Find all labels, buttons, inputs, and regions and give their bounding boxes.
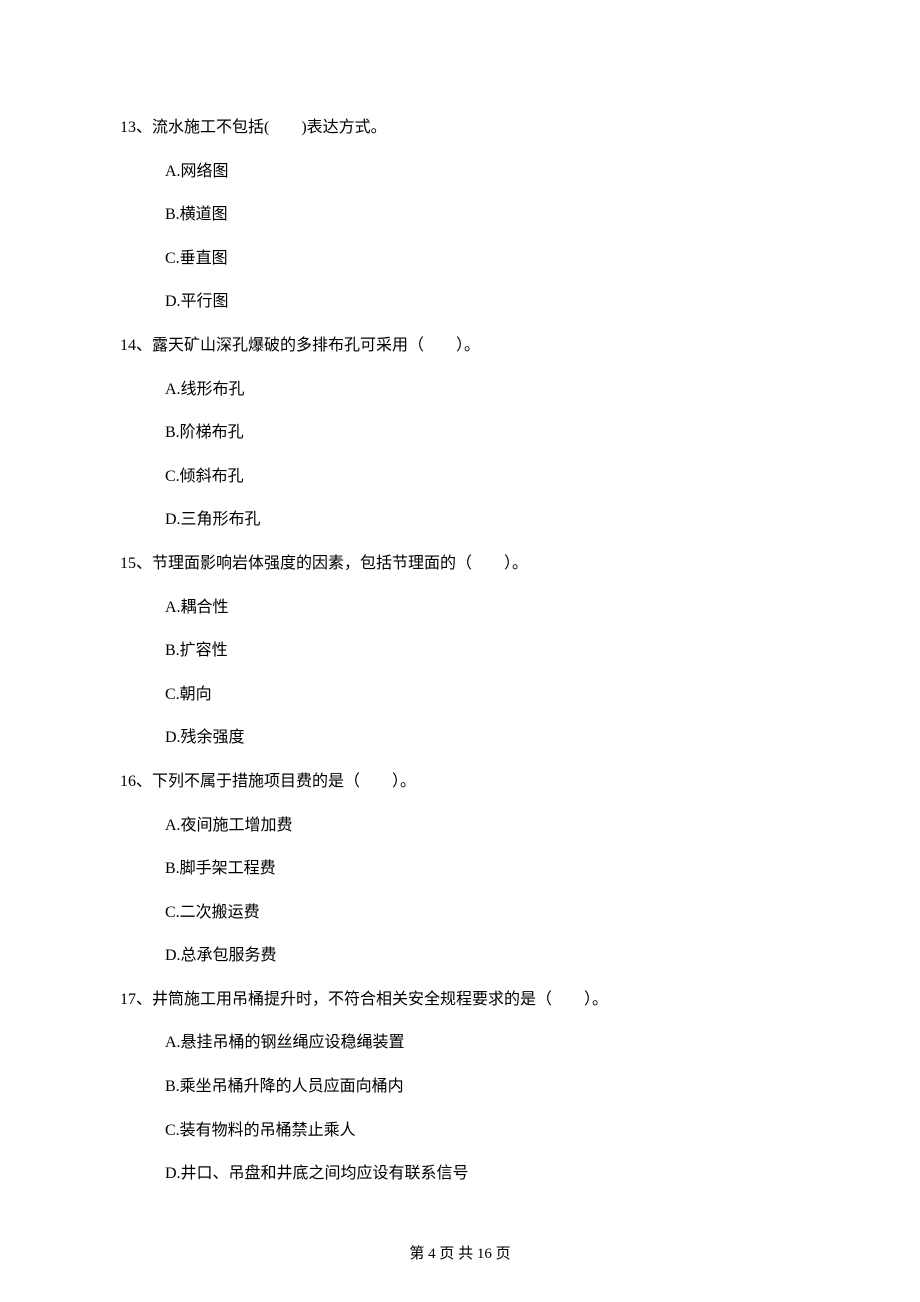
option-d: D.残余强度 [165, 725, 800, 751]
question-body: 下列不属于措施项目费的是（ ）。 [152, 773, 416, 790]
option-b: B.横道图 [165, 202, 800, 228]
question-16: 16、下列不属于措施项目费的是（ ）。 A.夜间施工增加费 B.脚手架工程费 C… [120, 769, 800, 969]
option-d: D.三角形布孔 [165, 507, 800, 533]
question-text: 14、露天矿山深孔爆破的多排布孔可采用（ ）。 [120, 333, 800, 359]
question-number: 16、 [120, 773, 152, 790]
option-b: B.脚手架工程费 [165, 856, 800, 882]
question-17: 17、井筒施工用吊桶提升时，不符合相关安全规程要求的是（ ）。 A.悬挂吊桶的钢… [120, 987, 800, 1187]
option-c: C.装有物料的吊桶禁止乘人 [165, 1118, 800, 1144]
question-number: 14、 [120, 337, 152, 354]
question-options: A.网络图 B.横道图 C.垂直图 D.平行图 [120, 159, 800, 315]
question-body: 流水施工不包括( )表达方式。 [152, 119, 387, 136]
question-number: 15、 [120, 555, 152, 572]
page-footer: 第 4 页 共 16 页 [0, 1242, 920, 1266]
option-b: B.乘坐吊桶升降的人员应面向桶内 [165, 1074, 800, 1100]
question-options: A.线形布孔 B.阶梯布孔 C.倾斜布孔 D.三角形布孔 [120, 377, 800, 533]
question-body: 井筒施工用吊桶提升时，不符合相关安全规程要求的是（ ）。 [152, 991, 608, 1008]
option-d: D.井口、吊盘和井底之间均应设有联系信号 [165, 1161, 800, 1187]
question-options: A.悬挂吊桶的钢丝绳应设稳绳装置 B.乘坐吊桶升降的人员应面向桶内 C.装有物料… [120, 1030, 800, 1186]
question-body: 露天矿山深孔爆破的多排布孔可采用（ ）。 [152, 337, 480, 354]
question-14: 14、露天矿山深孔爆破的多排布孔可采用（ ）。 A.线形布孔 B.阶梯布孔 C.… [120, 333, 800, 533]
question-13: 13、流水施工不包括( )表达方式。 A.网络图 B.横道图 C.垂直图 D.平… [120, 115, 800, 315]
question-text: 15、节理面影响岩体强度的因素，包括节理面的（ ）。 [120, 551, 800, 577]
option-a: A.耦合性 [165, 595, 800, 621]
question-15: 15、节理面影响岩体强度的因素，包括节理面的（ ）。 A.耦合性 B.扩容性 C… [120, 551, 800, 751]
option-c: C.朝向 [165, 682, 800, 708]
option-a: A.网络图 [165, 159, 800, 185]
question-text: 17、井筒施工用吊桶提升时，不符合相关安全规程要求的是（ ）。 [120, 987, 800, 1013]
option-b: B.阶梯布孔 [165, 420, 800, 446]
question-text: 13、流水施工不包括( )表达方式。 [120, 115, 800, 141]
option-a: A.夜间施工增加费 [165, 813, 800, 839]
option-c: C.垂直图 [165, 246, 800, 272]
question-number: 13、 [120, 119, 152, 136]
option-a: A.线形布孔 [165, 377, 800, 403]
option-a: A.悬挂吊桶的钢丝绳应设稳绳装置 [165, 1030, 800, 1056]
option-c: C.倾斜布孔 [165, 464, 800, 490]
option-d: D.总承包服务费 [165, 943, 800, 969]
question-number: 17、 [120, 991, 152, 1008]
option-c: C.二次搬运费 [165, 900, 800, 926]
option-b: B.扩容性 [165, 638, 800, 664]
option-d: D.平行图 [165, 289, 800, 315]
question-body: 节理面影响岩体强度的因素，包括节理面的（ ）。 [152, 555, 528, 572]
question-options: A.耦合性 B.扩容性 C.朝向 D.残余强度 [120, 595, 800, 751]
page-content: 13、流水施工不包括( )表达方式。 A.网络图 B.横道图 C.垂直图 D.平… [0, 0, 920, 1255]
question-options: A.夜间施工增加费 B.脚手架工程费 C.二次搬运费 D.总承包服务费 [120, 813, 800, 969]
question-text: 16、下列不属于措施项目费的是（ ）。 [120, 769, 800, 795]
